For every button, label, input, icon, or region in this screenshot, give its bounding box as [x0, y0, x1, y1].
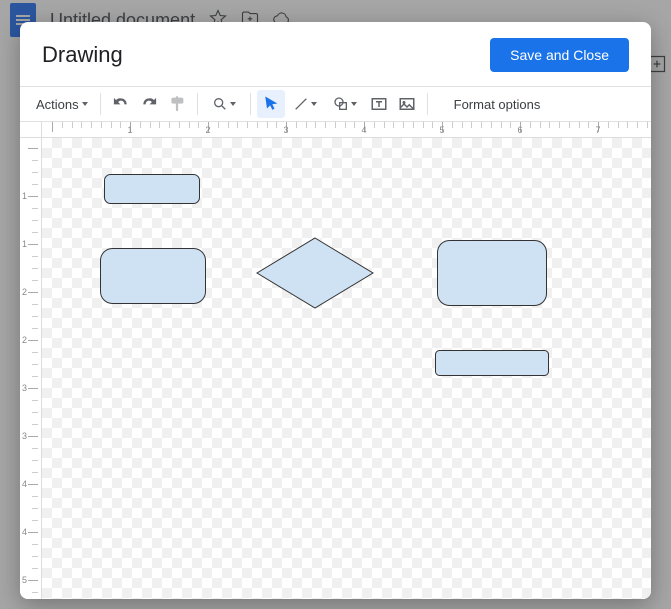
- toolbar-separator: [427, 93, 428, 115]
- save-and-close-button[interactable]: Save and Close: [490, 38, 629, 72]
- ruler-v-number: 4: [22, 479, 27, 489]
- ruler-corner: [20, 122, 42, 138]
- chevron-down-icon: [82, 102, 88, 106]
- toolbar-separator: [250, 93, 251, 115]
- zoom-menu[interactable]: [204, 90, 244, 118]
- ruler-horizontal: 1 2 3 4 5 6 7: [42, 122, 651, 138]
- drawing-toolbar: Actions: [20, 86, 651, 122]
- ruler-h-number: 4: [361, 125, 366, 135]
- textbox-tool[interactable]: [365, 90, 393, 118]
- ruler-v-number: 2: [22, 335, 27, 345]
- modal-title: Drawing: [42, 42, 123, 68]
- canvas-area: 1 2 3 4 5 6 7 1 1 2 2 3 3 4 4 5 5: [20, 122, 651, 599]
- ruler-v-number: 3: [22, 383, 27, 393]
- toolbar-separator: [197, 93, 198, 115]
- modal-header: Drawing Save and Close: [20, 22, 651, 86]
- line-tool[interactable]: [285, 90, 325, 118]
- round-rect-shape[interactable]: [437, 240, 547, 306]
- image-tool[interactable]: [393, 90, 421, 118]
- drawing-modal: Drawing Save and Close Actions: [20, 22, 651, 599]
- chevron-down-icon: [311, 102, 317, 106]
- ruler-v-number: 1: [22, 191, 27, 201]
- chevron-down-icon: [351, 102, 357, 106]
- ruler-h-number: 5: [439, 125, 444, 135]
- actions-menu[interactable]: Actions: [30, 93, 94, 116]
- ruler-h-number: 1: [127, 125, 132, 135]
- ruler-vertical: 1122334455: [20, 138, 42, 599]
- diamond-shape[interactable]: [257, 238, 373, 308]
- ruler-v-number: 1: [22, 239, 27, 249]
- select-tool[interactable]: [257, 90, 285, 118]
- round-rect-shape[interactable]: [435, 350, 549, 376]
- ruler-v-number: 5: [22, 575, 27, 585]
- redo-button[interactable]: [135, 90, 163, 118]
- ruler-h-number: 3: [283, 125, 288, 135]
- ruler-v-number: 4: [22, 527, 27, 537]
- paint-format-button[interactable]: [163, 90, 191, 118]
- ruler-v-number: 2: [22, 287, 27, 297]
- format-options-button[interactable]: Format options: [448, 93, 547, 116]
- shape-tool[interactable]: [325, 90, 365, 118]
- undo-button[interactable]: [107, 90, 135, 118]
- drawing-canvas[interactable]: [42, 138, 651, 599]
- ruler-v-number: 3: [22, 431, 27, 441]
- chevron-down-icon: [230, 102, 236, 106]
- ruler-h-number: 2: [205, 125, 210, 135]
- toolbar-separator: [100, 93, 101, 115]
- ruler-h-number: 7: [595, 125, 600, 135]
- ruler-h-number: 6: [517, 125, 522, 135]
- round-rect-shape[interactable]: [104, 174, 200, 204]
- round-rect-shape[interactable]: [100, 248, 206, 304]
- actions-label: Actions: [36, 97, 79, 112]
